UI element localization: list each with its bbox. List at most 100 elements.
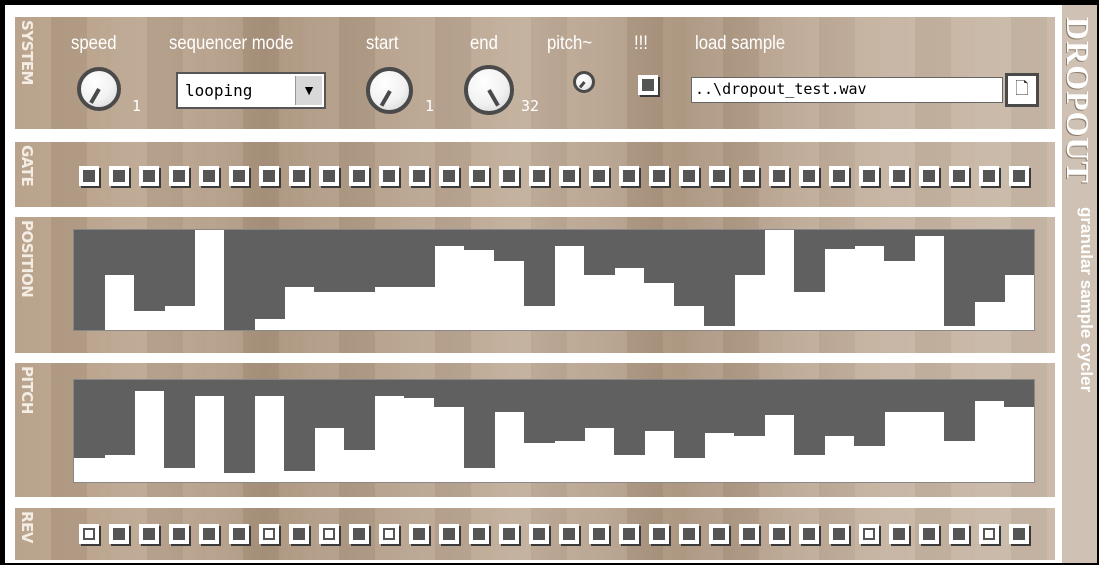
rev-step-18[interactable] [589, 524, 609, 544]
rev-step-26[interactable] [829, 524, 849, 544]
pitch-slider-10[interactable] [344, 380, 375, 451]
sequencer-mode-select[interactable]: looping ▼ [176, 72, 326, 109]
pitch-slider-16[interactable] [524, 380, 555, 444]
pitch-slider-25[interactable] [794, 380, 825, 456]
rev-step-13[interactable] [439, 524, 459, 544]
position-slider-1[interactable] [74, 230, 105, 330]
gate-step-14[interactable] [469, 166, 489, 186]
rev-step-2[interactable] [109, 524, 129, 544]
position-slider-11[interactable] [374, 230, 405, 287]
rev-step-15[interactable] [499, 524, 519, 544]
position-slider-16[interactable] [524, 230, 555, 306]
rev-step-6[interactable] [229, 524, 249, 544]
pitch-slider-28[interactable] [884, 380, 915, 412]
gate-step-2[interactable] [109, 166, 129, 186]
position-slider-15[interactable] [494, 230, 525, 261]
rev-step-11[interactable] [379, 524, 399, 544]
pitch-slider-20[interactable] [644, 380, 675, 431]
position-multislider[interactable] [73, 229, 1035, 331]
rev-step-3[interactable] [139, 524, 159, 544]
pitch-slider-17[interactable] [554, 380, 585, 442]
pitch-slider-9[interactable] [314, 380, 345, 428]
pitch-slider-1[interactable] [74, 380, 105, 458]
position-slider-32[interactable] [1004, 230, 1034, 275]
gate-step-28[interactable] [889, 166, 909, 186]
gate-step-22[interactable] [709, 166, 729, 186]
position-slider-20[interactable] [644, 230, 675, 283]
pitch-slider-2[interactable] [104, 380, 135, 456]
end-knob[interactable] [464, 65, 514, 115]
position-slider-13[interactable] [434, 230, 465, 246]
rev-step-31[interactable] [979, 524, 999, 544]
pitch-slider-30[interactable] [944, 380, 975, 442]
position-slider-27[interactable] [854, 230, 885, 246]
pitch-multislider[interactable] [73, 379, 1035, 483]
gate-step-24[interactable] [769, 166, 789, 186]
rev-step-10[interactable] [349, 524, 369, 544]
gate-step-26[interactable] [829, 166, 849, 186]
gate-step-30[interactable] [949, 166, 969, 186]
rev-step-29[interactable] [919, 524, 939, 544]
gate-step-5[interactable] [199, 166, 219, 186]
gate-step-1[interactable] [79, 166, 99, 186]
gate-step-20[interactable] [649, 166, 669, 186]
gate-step-8[interactable] [289, 166, 309, 186]
position-slider-30[interactable] [944, 230, 975, 326]
rev-step-32[interactable] [1009, 524, 1029, 544]
position-slider-31[interactable] [974, 230, 1005, 302]
gate-step-6[interactable] [229, 166, 249, 186]
gate-step-19[interactable] [619, 166, 639, 186]
gate-step-31[interactable] [979, 166, 999, 186]
rev-step-28[interactable] [889, 524, 909, 544]
rev-step-21[interactable] [679, 524, 699, 544]
gate-step-3[interactable] [139, 166, 159, 186]
position-slider-7[interactable] [254, 230, 285, 319]
bangs-toggle[interactable] [638, 75, 658, 95]
start-knob[interactable] [366, 67, 413, 114]
position-slider-28[interactable] [884, 230, 915, 261]
pitch-slider-4[interactable] [164, 380, 195, 468]
rev-step-27[interactable] [859, 524, 879, 544]
pitch-slider-3[interactable] [134, 380, 165, 392]
gate-step-29[interactable] [919, 166, 939, 186]
rev-step-16[interactable] [529, 524, 549, 544]
rev-step-8[interactable] [289, 524, 309, 544]
position-slider-18[interactable] [584, 230, 615, 275]
position-slider-8[interactable] [284, 230, 315, 287]
position-slider-6[interactable] [224, 230, 255, 330]
pitch-slider-11[interactable] [374, 380, 405, 397]
rev-step-5[interactable] [199, 524, 219, 544]
pitch-slider-24[interactable] [764, 380, 795, 415]
rev-step-12[interactable] [409, 524, 429, 544]
gate-step-13[interactable] [439, 166, 459, 186]
position-slider-23[interactable] [734, 230, 765, 275]
position-slider-10[interactable] [344, 230, 375, 292]
speed-knob[interactable] [77, 67, 121, 111]
pitch-slider-13[interactable] [434, 380, 465, 407]
pitch-slider-27[interactable] [854, 380, 885, 447]
pitch-slider-21[interactable] [674, 380, 705, 458]
pitch-slider-22[interactable] [704, 380, 735, 434]
pitch-slider-6[interactable] [224, 380, 255, 473]
rev-step-1[interactable] [79, 524, 99, 544]
rev-step-9[interactable] [319, 524, 339, 544]
gate-step-15[interactable] [499, 166, 519, 186]
position-slider-4[interactable] [164, 230, 195, 306]
pitch-slider-32[interactable] [1004, 380, 1034, 407]
rev-step-4[interactable] [169, 524, 189, 544]
gate-step-23[interactable] [739, 166, 759, 186]
gate-step-9[interactable] [319, 166, 339, 186]
position-slider-22[interactable] [704, 230, 735, 326]
position-slider-21[interactable] [674, 230, 705, 306]
position-slider-12[interactable] [404, 230, 435, 287]
gate-step-7[interactable] [259, 166, 279, 186]
pitch-slider-23[interactable] [734, 380, 765, 437]
gate-step-17[interactable] [559, 166, 579, 186]
position-slider-26[interactable] [824, 230, 855, 249]
rev-step-24[interactable] [769, 524, 789, 544]
pitch-slider-31[interactable] [974, 380, 1005, 402]
pitch-slider-8[interactable] [284, 380, 315, 471]
pitch-slider-7[interactable] [254, 380, 285, 397]
position-slider-19[interactable] [614, 230, 645, 268]
gate-step-11[interactable] [379, 166, 399, 186]
